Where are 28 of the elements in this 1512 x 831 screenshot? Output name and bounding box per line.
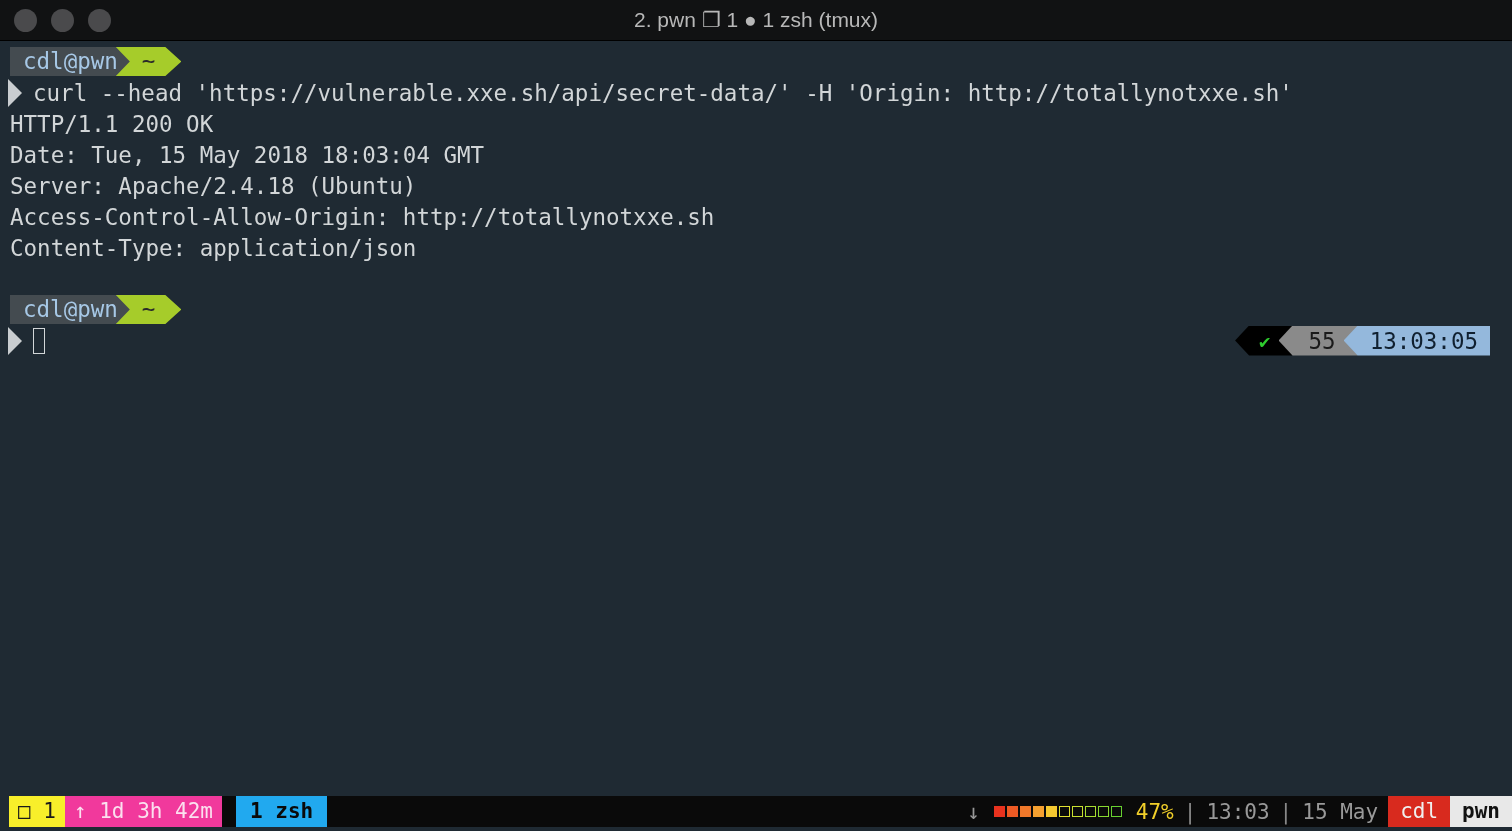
separator: | xyxy=(1183,799,1197,824)
prompt-user: cdl@pwn xyxy=(10,295,130,324)
output-line: Access-Control-Allow-Origin: http://totallynotxxe.sh xyxy=(10,203,715,230)
zoom-button[interactable] xyxy=(88,9,111,32)
output-line: Date: Tue, 15 May 2018 18:03:04 GMT xyxy=(10,141,485,168)
prompt-directory: ~ xyxy=(115,47,182,76)
prompt-user: cdl@pwn xyxy=(10,47,130,76)
window-title: 2. pwn ❐ 1 ● 1 zsh (tmux) xyxy=(633,8,879,32)
prompt-arrow-icon xyxy=(8,78,22,107)
minimize-button[interactable] xyxy=(51,9,74,32)
prompt-time: 13:03:05 xyxy=(1343,325,1490,356)
output-line: HTTP/1.1 200 OK xyxy=(10,110,214,137)
status-segment: ↑ 1d 3h 42m xyxy=(64,796,222,827)
date: 15 May xyxy=(1302,799,1379,824)
user-segment: cdl xyxy=(1388,796,1451,827)
command-text: curl --head 'https://vulnerable.xxe.sh/api/secret-data/' -H 'Origin: http://totallynotxxe.sh' xyxy=(33,79,1293,106)
output-line: Server: Apache/2.4.18 (Ubuntu) xyxy=(10,172,417,199)
clock: 13:03 xyxy=(1206,799,1270,824)
prompt-directory: ~ xyxy=(115,295,182,324)
host-segment: pwn xyxy=(1450,796,1512,827)
battery-percent: 47% xyxy=(1135,799,1174,824)
prompt-arrow-icon xyxy=(8,326,22,355)
status-segment: □ 1 xyxy=(9,796,65,827)
close-button[interactable] xyxy=(14,9,37,32)
window-tab[interactable]: 1 zsh xyxy=(236,796,328,827)
output-line: Content-Type: application/json xyxy=(10,234,417,261)
separator: | xyxy=(1279,799,1293,824)
download-arrow: ↓ xyxy=(967,799,980,824)
